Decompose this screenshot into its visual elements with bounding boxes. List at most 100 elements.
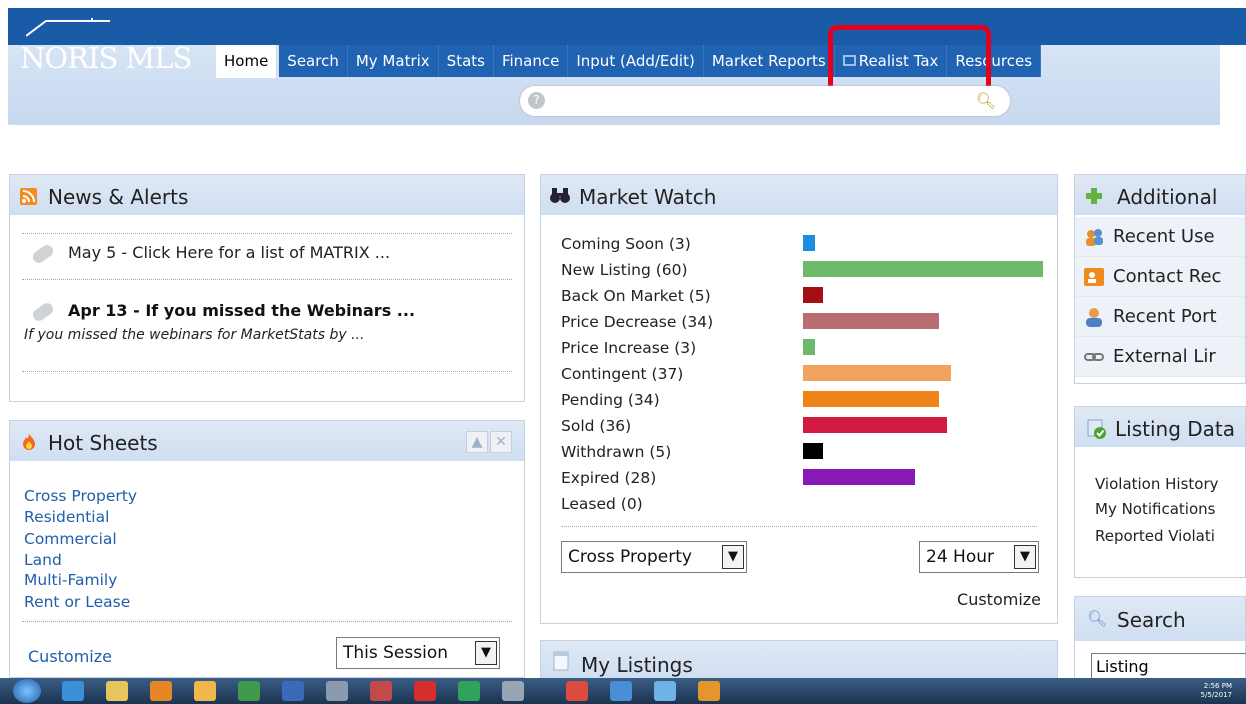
chevron-down-icon: ▼ bbox=[475, 641, 497, 665]
listing-data-title: Listing Data bbox=[1115, 417, 1235, 441]
my-listings-panel: My Listings bbox=[540, 640, 1058, 680]
reported-violations-link[interactable]: Reported Violati bbox=[1095, 521, 1219, 551]
session-select[interactable]: This Session ▼ bbox=[336, 637, 500, 669]
app-icon[interactable] bbox=[610, 681, 632, 701]
news-item[interactable]: May 5 - Click Here for a list of MATRIX … bbox=[30, 242, 390, 265]
hot-sheet-link-cross-property[interactable]: Cross Property bbox=[24, 485, 137, 507]
tab-market-reports[interactable]: Market Reports bbox=[703, 45, 835, 77]
market-watch-bar-coming-soon[interactable] bbox=[803, 235, 815, 251]
status-label-coming-soon[interactable]: Coming Soon (3) bbox=[561, 235, 713, 261]
ie-icon[interactable] bbox=[62, 681, 84, 701]
hot-sheets-panel: Hot Sheets ▲ ✕ Cross Property Residentia… bbox=[9, 420, 525, 678]
status-label-contingent[interactable]: Contingent (37) bbox=[561, 365, 713, 391]
app-icon[interactable] bbox=[698, 681, 720, 701]
hot-sheet-link-residential[interactable]: Residential bbox=[24, 507, 137, 527]
news-snippet: If you missed the webinars for MarketSta… bbox=[24, 327, 365, 343]
help-icon[interactable]: ? bbox=[528, 92, 545, 109]
hot-sheets-customize-link[interactable]: Customize bbox=[28, 647, 112, 666]
my-notifications-link[interactable]: My Notifications bbox=[1095, 497, 1219, 521]
search-type-select[interactable]: Listing bbox=[1091, 653, 1246, 681]
snipping-tool-icon[interactable] bbox=[370, 681, 392, 701]
additional-item-label: External Lir bbox=[1113, 346, 1216, 367]
windows-taskbar: 2:56 PM 5/5/2017 bbox=[0, 678, 1246, 704]
tab-stats[interactable]: Stats bbox=[438, 45, 494, 77]
market-watch-bar-withdrawn[interactable] bbox=[803, 443, 823, 459]
additional-item-external-links[interactable]: External Lir bbox=[1075, 337, 1245, 377]
app-icon[interactable] bbox=[654, 681, 676, 701]
tab-resources[interactable]: Resources bbox=[947, 45, 1042, 77]
market-watch-header: Market Watch bbox=[541, 175, 1057, 215]
file-explorer-icon[interactable] bbox=[106, 681, 128, 701]
house-roof-icon bbox=[26, 18, 110, 37]
binoculars-icon bbox=[550, 188, 570, 203]
status-label-back-on-market[interactable]: Back On Market (5) bbox=[561, 287, 713, 313]
close-icon[interactable]: ✕ bbox=[490, 431, 512, 453]
search-type-value: Listing bbox=[1096, 657, 1149, 676]
brand-logo[interactable]: NORIS MLS A Subsidiary Of The Noris Regi… bbox=[18, 18, 218, 81]
status-label-withdrawn[interactable]: Withdrawn (5) bbox=[561, 443, 713, 469]
news-item[interactable]: Apr 13 - If you missed the Webinars ... bbox=[30, 300, 415, 323]
excel-icon[interactable] bbox=[238, 681, 260, 701]
outlook-icon[interactable] bbox=[150, 681, 172, 701]
hot-sheet-link-land[interactable]: Land bbox=[24, 551, 137, 569]
tab-search[interactable]: Search bbox=[279, 45, 348, 77]
start-button[interactable] bbox=[13, 679, 41, 703]
divider bbox=[22, 371, 512, 372]
market-watch-bar-price-decrease[interactable] bbox=[803, 313, 939, 329]
window-icon[interactable] bbox=[502, 681, 524, 701]
paint-icon[interactable] bbox=[326, 681, 348, 701]
status-label-price-decrease[interactable]: Price Decrease (34) bbox=[561, 313, 713, 339]
market-watch-bar-pending[interactable] bbox=[803, 391, 939, 407]
global-search-input[interactable]: ? 🔍︎ bbox=[520, 86, 1010, 116]
market-watch-customize-link[interactable]: Customize bbox=[957, 590, 1041, 609]
tab-realist-tax-label: Realist Tax bbox=[858, 52, 939, 70]
hot-sheets-header: Hot Sheets ▲ ✕ bbox=[10, 421, 524, 461]
hot-sheet-link-rent-or-lease[interactable]: Rent or Lease bbox=[24, 591, 137, 613]
market-watch-bar-price-increase[interactable] bbox=[803, 339, 815, 355]
additional-item-recent-port[interactable]: Recent Port bbox=[1075, 297, 1245, 337]
market-watch-bar-new-listing[interactable] bbox=[803, 261, 1043, 277]
hot-sheet-link-commercial[interactable]: Commercial bbox=[24, 527, 137, 551]
listing-data-panel: Listing Data Violation History My Notifi… bbox=[1074, 406, 1246, 578]
search-icon: 🔍︎ bbox=[1087, 609, 1108, 628]
status-label-leased[interactable]: Leased (0) bbox=[561, 495, 713, 521]
logo-text: NORIS MLS bbox=[20, 41, 192, 75]
status-label-expired[interactable]: Expired (28) bbox=[561, 469, 713, 495]
market-watch-bar-back-on-market[interactable] bbox=[803, 287, 823, 303]
news-alerts-title: News & Alerts bbox=[48, 185, 189, 209]
violation-history-link[interactable]: Violation History bbox=[1095, 471, 1219, 497]
divider bbox=[22, 621, 512, 622]
market-watch-bar-sold[interactable] bbox=[803, 417, 947, 433]
market-watch-bar-expired[interactable] bbox=[803, 469, 915, 485]
acrobat-icon[interactable] bbox=[414, 681, 436, 701]
additional-item-contact[interactable]: Contact Rec bbox=[1075, 257, 1245, 297]
hot-sheet-link-multi-family[interactable]: Multi-Family bbox=[24, 569, 137, 591]
session-select-value: This Session bbox=[343, 643, 449, 663]
property-type-value: Cross Property bbox=[568, 547, 692, 567]
collapse-icon[interactable]: ▲ bbox=[466, 431, 488, 453]
search-icon[interactable]: 🔍︎ bbox=[976, 91, 996, 110]
tab-input[interactable]: Input (Add/Edit) bbox=[568, 45, 704, 77]
period-select[interactable]: 24 Hour ▼ bbox=[919, 541, 1039, 573]
additional-item-label: Contact Rec bbox=[1113, 266, 1222, 287]
status-label-new-listing[interactable]: New Listing (60) bbox=[561, 261, 713, 287]
tab-realist-tax[interactable]: Realist Tax bbox=[834, 45, 948, 77]
additional-item-recent-use[interactable]: Recent Use bbox=[1075, 217, 1245, 257]
tab-home[interactable]: Home bbox=[216, 45, 278, 78]
market-watch-bar-contingent[interactable] bbox=[803, 365, 951, 381]
divider bbox=[561, 526, 1037, 527]
tab-finance[interactable]: Finance bbox=[493, 45, 569, 77]
word-icon[interactable] bbox=[282, 681, 304, 701]
taskbar-clock[interactable]: 2:56 PM 5/5/2017 bbox=[1201, 682, 1232, 700]
property-type-select[interactable]: Cross Property ▼ bbox=[561, 541, 747, 573]
folder-icon[interactable] bbox=[194, 681, 216, 701]
divider bbox=[22, 279, 512, 280]
status-label-price-increase[interactable]: Price Increase (3) bbox=[561, 339, 713, 365]
tab-my-matrix[interactable]: My Matrix bbox=[347, 45, 439, 77]
status-label-sold[interactable]: Sold (36) bbox=[561, 417, 713, 443]
google-drive-icon[interactable] bbox=[458, 681, 480, 701]
status-label-pending[interactable]: Pending (34) bbox=[561, 391, 713, 417]
chrome-icon[interactable] bbox=[566, 681, 588, 701]
clock-date: 5/5/2017 bbox=[1200, 691, 1232, 699]
market-watch-bars bbox=[803, 235, 1053, 521]
